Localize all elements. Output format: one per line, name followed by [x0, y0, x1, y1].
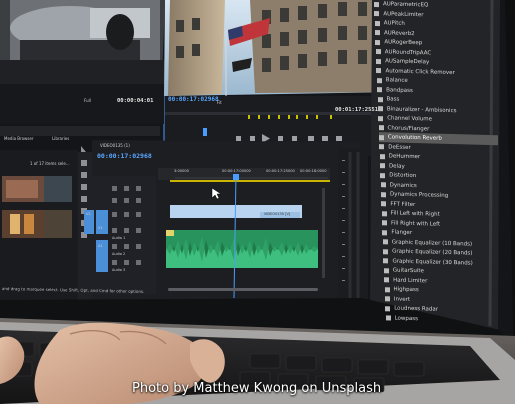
track-label-a1[interactable]: A1: [98, 244, 103, 248]
track-label-v1[interactable]: V1: [98, 226, 103, 230]
track-label-audio-2: Audio 2: [112, 252, 126, 256]
effects-list[interactable]: AUParametricEQ AUPeakLimiter AUPitch AUReve…: [374, 0, 498, 327]
photo-scene: Media Browser Libraries 1 of 17 items se…: [0, 0, 515, 404]
video-clip-label: VIDEO0135 [V]: [264, 212, 291, 216]
track-label-audio-3: Audio 3: [112, 268, 126, 272]
program-timecode-current[interactable]: 00:00:17:02968: [168, 96, 219, 103]
audio-meters: [338, 148, 368, 308]
project-item-count: 1 of 17 items sele...: [30, 161, 70, 166]
track-label-v2[interactable]: V2: [86, 212, 91, 216]
timeline-timecode[interactable]: 00:00:17:02968: [97, 152, 152, 160]
effect-item[interactable]: Lowpass: [386, 313, 505, 326]
project-thumbnails[interactable]: [0, 150, 78, 320]
program-playhead[interactable]: [203, 128, 207, 136]
program-fit-select[interactable]: Fit: [217, 100, 222, 105]
source-timecode: 00:00:04:01: [117, 98, 154, 104]
source-monitor-video: [0, 0, 165, 84]
ruler-label-2: 00:00:17:25000: [266, 169, 295, 173]
ruler-label-0: 3:00000: [174, 169, 189, 173]
program-monitor-video: [164, 0, 400, 96]
track-label-audio-1: Audio 1: [112, 236, 126, 240]
project-tab-media-browser[interactable]: Media Browser: [4, 136, 34, 141]
photo-credit: Photo by Matthew Kwong on Unsplash: [132, 381, 382, 396]
sequence-name-tab[interactable]: VIDEO0135 (1): [100, 143, 130, 148]
source-fit-select[interactable]: Full: [84, 98, 91, 103]
project-tab-libraries[interactable]: Libraries: [52, 136, 69, 141]
timeline-scrollbar[interactable]: [168, 288, 318, 291]
ruler-label-3: 00:00:18:0000: [300, 169, 327, 173]
ruler-label-1: 00:00:17:00000: [222, 169, 251, 173]
